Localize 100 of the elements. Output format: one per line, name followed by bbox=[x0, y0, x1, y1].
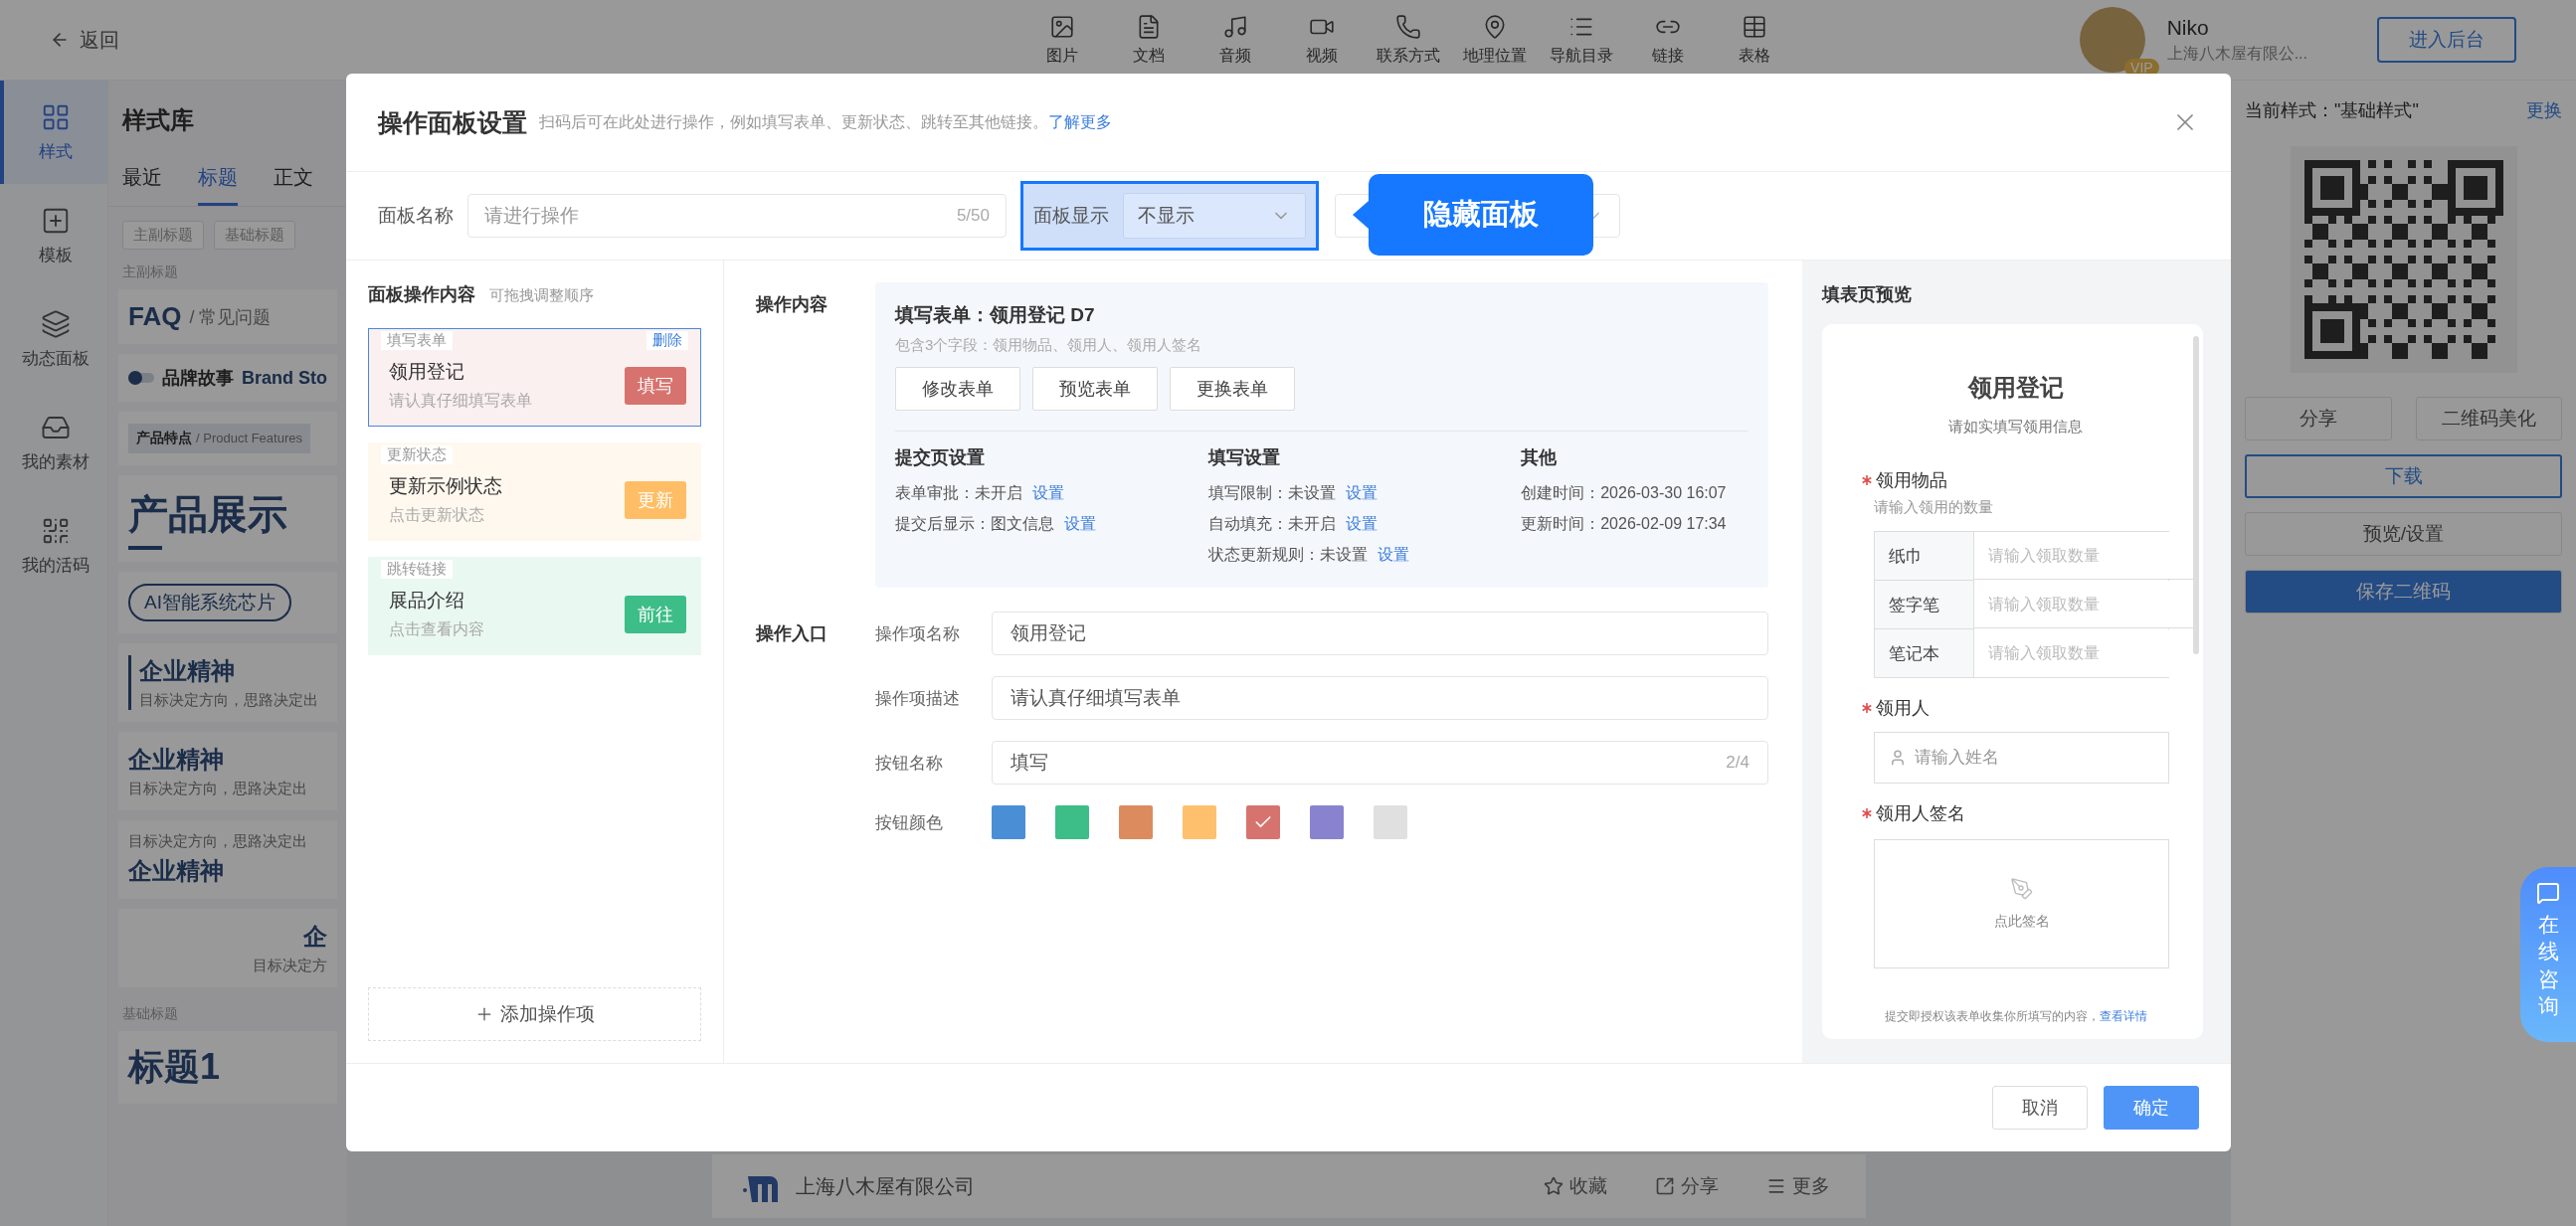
style-subtitle: 目标决定方向，思路决定出 bbox=[128, 780, 307, 798]
change-link[interactable]: 更换 bbox=[2526, 98, 2562, 122]
tab[interactable]: 最近 bbox=[122, 154, 162, 206]
style-title: 标题1 bbox=[128, 1045, 221, 1089]
style-title: 企业精神 bbox=[128, 856, 224, 886]
setting-text: 更新时间：2026-02-09 17:34 bbox=[1521, 514, 1727, 534]
form-button[interactable]: 更换表单 bbox=[1170, 367, 1295, 411]
toolbar-button[interactable]: 联系方式 bbox=[1371, 13, 1445, 67]
color-swatch[interactable] bbox=[1246, 805, 1280, 839]
style-card[interactable]: 企 目标决定方 bbox=[118, 909, 337, 987]
tab[interactable]: 正文 bbox=[274, 154, 313, 206]
color-swatch[interactable] bbox=[1183, 805, 1216, 839]
back-button[interactable]: 返回 bbox=[50, 26, 119, 54]
panel-button[interactable]: 分享 bbox=[2245, 397, 2392, 440]
action-card[interactable]: 更新状态 更新示例状态 点击更新状态 更新 bbox=[368, 442, 701, 541]
cancel-button[interactable]: 取消 bbox=[1992, 1086, 2088, 1130]
nav-item[interactable]: 我的素材 bbox=[0, 391, 107, 494]
setting-link[interactable]: 设置 bbox=[1377, 545, 1409, 566]
toolbar-button[interactable]: 视频 bbox=[1284, 13, 1359, 67]
setting-text: 提交后显示：图文信息 bbox=[895, 514, 1054, 534]
text-input[interactable]: 请输入姓名 bbox=[1915, 733, 2154, 783]
nav-icon bbox=[41, 308, 71, 339]
action-desc: 点击查看内容 bbox=[389, 619, 485, 639]
consult-button[interactable]: 在线咨询 bbox=[2520, 867, 2576, 1042]
text-field[interactable]: 填写 2/4 bbox=[992, 741, 1768, 785]
confirm-button[interactable]: 确定 bbox=[2104, 1086, 2199, 1130]
text-input[interactable]: 填写 bbox=[1011, 742, 1727, 784]
setting-text: 自动填充：未开启 bbox=[1207, 514, 1336, 534]
color-swatch[interactable] bbox=[992, 805, 1025, 839]
color-swatch[interactable] bbox=[1055, 805, 1089, 839]
style-card[interactable]: 目标决定方向，思路决定出 企业精神 bbox=[118, 820, 337, 899]
section-title: 面板操作内容 bbox=[368, 283, 475, 306]
action-card[interactable]: 跳转链接 展品介绍 点击查看内容 前往 bbox=[368, 557, 701, 655]
style-card[interactable]: 企业精神 目标决定方向，思路决定出 bbox=[118, 643, 337, 722]
field-label: 操作项名称 bbox=[875, 622, 961, 645]
toolbar-button[interactable]: 表格 bbox=[1717, 13, 1791, 67]
input-field[interactable]: 请输入领取数量 bbox=[1974, 532, 2196, 580]
style-card[interactable]: 产品展示 bbox=[118, 475, 337, 562]
field-label: 领用人 bbox=[1876, 697, 1930, 720]
style-card[interactable]: FAQ / 常见问题 bbox=[118, 289, 337, 344]
field-label: 领用人签名 bbox=[1876, 802, 1965, 825]
learn-more-link[interactable]: 了解更多 bbox=[1048, 111, 1112, 133]
action-title: 展品介绍 bbox=[389, 589, 465, 613]
panel-button[interactable]: 保存二维码 bbox=[2245, 570, 2562, 613]
panel-button[interactable]: 二维码美化 bbox=[2415, 397, 2562, 440]
style-card[interactable]: 企业精神 目标决定方向，思路决定出 bbox=[118, 732, 337, 810]
style-title: 品牌故事 bbox=[162, 367, 234, 390]
setting-link[interactable]: 设置 bbox=[1064, 514, 1096, 535]
style-card[interactable]: 产品特点 / Product Features bbox=[118, 412, 337, 465]
setting-link[interactable]: 设置 bbox=[1345, 483, 1378, 504]
toolbar-button[interactable]: 图片 bbox=[1024, 13, 1099, 67]
signature-pad[interactable]: 点此签名 bbox=[1874, 839, 2169, 968]
table-cell: 签字笔 bbox=[1875, 581, 1974, 629]
add-action-button[interactable]: 添加操作项 bbox=[368, 987, 701, 1041]
notice-text: 提交即授权该表单收集你所填写的内容， bbox=[1884, 1008, 2100, 1025]
setting-link[interactable]: 设置 bbox=[1345, 514, 1378, 535]
color-swatch[interactable] bbox=[1310, 805, 1344, 839]
field-label: 面板显示 bbox=[1033, 204, 1109, 228]
panel-button[interactable]: 预览/设置 bbox=[2245, 512, 2562, 556]
input-field[interactable]: 请输入姓名 bbox=[1874, 732, 2169, 784]
nav-item[interactable]: 样式 bbox=[0, 81, 107, 184]
form-button[interactable]: 修改表单 bbox=[895, 367, 1020, 411]
toolbar-button[interactable]: 导航目录 bbox=[1544, 13, 1618, 67]
toolbar-button[interactable]: 文档 bbox=[1111, 13, 1186, 67]
admin-button[interactable]: 进入后台 bbox=[2377, 17, 2516, 63]
user-name: Niko bbox=[2166, 15, 2210, 40]
filter-chip[interactable]: 基础标题 bbox=[214, 221, 295, 250]
tool-icon bbox=[1394, 13, 1421, 40]
setting-link[interactable]: 设置 bbox=[1032, 483, 1064, 504]
color-swatch[interactable] bbox=[1119, 805, 1153, 839]
footer-action[interactable]: 收藏 bbox=[1538, 1172, 1613, 1200]
form-button[interactable]: 预览表单 bbox=[1032, 367, 1158, 411]
nav-item[interactable]: 我的活码 bbox=[0, 494, 107, 598]
style-card[interactable]: 标题1 bbox=[118, 1031, 337, 1104]
callout: 隐藏面板 bbox=[1353, 174, 1593, 256]
footer-action[interactable]: 分享 bbox=[1649, 1172, 1725, 1200]
setting-text: 表单审批：未开启 bbox=[895, 483, 1022, 503]
tab[interactable]: 标题 bbox=[198, 154, 238, 206]
toolbar-button[interactable]: 地理位置 bbox=[1457, 13, 1532, 67]
toolbar-button[interactable]: 链接 bbox=[1630, 13, 1705, 67]
panel-button[interactable]: 下载 bbox=[2245, 454, 2562, 498]
display-select[interactable]: 不显示 bbox=[1123, 193, 1306, 239]
action-card[interactable]: 填写表单 删除 领用登记 请认真仔细填写表单 填写 bbox=[368, 328, 701, 427]
text-input[interactable]: 请进行操作 bbox=[484, 195, 957, 237]
field-label: 按钮名称 bbox=[875, 752, 944, 775]
style-card[interactable]: 品牌故事 Brand Sto bbox=[118, 354, 337, 402]
details-link[interactable]: 查看详情 bbox=[2099, 1008, 2147, 1025]
color-swatch[interactable] bbox=[1374, 805, 1407, 839]
delete-link[interactable]: 删除 bbox=[646, 331, 688, 350]
char-count: 5/50 bbox=[956, 206, 990, 226]
action-button[interactable]: 填写 bbox=[625, 366, 686, 405]
tool-icon bbox=[1221, 13, 1248, 40]
footer-action[interactable]: 更多 bbox=[1760, 1172, 1836, 1200]
nav-item[interactable]: 动态面板 bbox=[0, 287, 107, 391]
input-field[interactable]: 请输入领取数量 bbox=[1974, 581, 2196, 628]
nav-item[interactable]: 模板 bbox=[0, 184, 107, 287]
form-subtitle: 请如实填写领用信息 bbox=[1948, 418, 2083, 437]
style-card[interactable]: AI智能系统芯片 bbox=[118, 572, 337, 633]
action-tag: 填写表单 bbox=[381, 331, 453, 350]
toolbar-button[interactable]: 音频 bbox=[1197, 13, 1272, 67]
